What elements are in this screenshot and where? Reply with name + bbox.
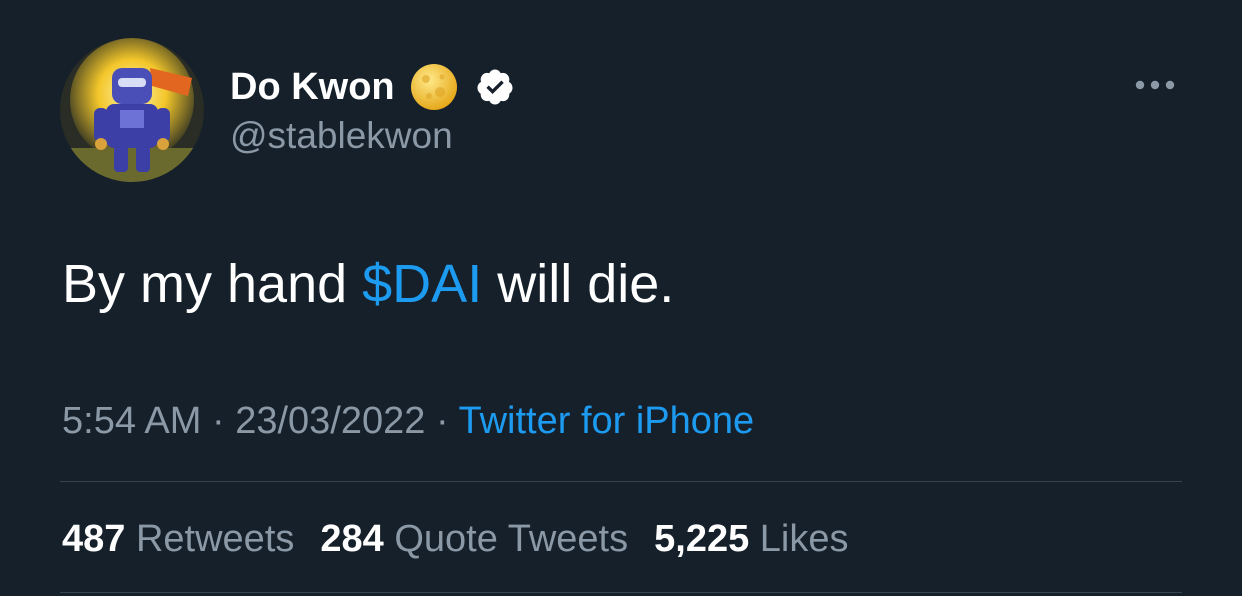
- retweets-label: Retweets: [135, 518, 295, 560]
- tweet-text-start: By my hand: [62, 254, 363, 314]
- likes-stat[interactable]: 5,225 Likes: [654, 516, 848, 562]
- full-moon-emoji-icon: [409, 62, 459, 112]
- likes-count: 5,225: [654, 518, 750, 560]
- more-horizontal-icon[interactable]: [1133, 76, 1177, 94]
- avatar[interactable]: [60, 38, 204, 182]
- quote-tweets-count: 284: [320, 518, 384, 560]
- quote-tweets-stat[interactable]: 284 Quote Tweets: [320, 516, 628, 562]
- tweet-text-end: will die.: [482, 254, 675, 314]
- author-handle[interactable]: @stablekwon: [230, 114, 453, 158]
- tweet-text: By my hand $DAI will die.: [62, 253, 674, 315]
- divider: [60, 592, 1182, 593]
- cashtag-link[interactable]: $DAI: [362, 254, 482, 314]
- tweet-meta: 5:54 AM · 23/03/2022 · Twitter for iPhon…: [62, 398, 754, 444]
- tweet-date[interactable]: 23/03/2022: [235, 400, 425, 442]
- meta-separator: ·: [201, 400, 236, 442]
- retweets-stat[interactable]: 487 Retweets: [62, 516, 294, 562]
- quote-tweets-label: Quote Tweets: [394, 518, 629, 560]
- tweet-source-link[interactable]: Twitter for iPhone: [458, 400, 754, 442]
- verified-badge-icon: [475, 67, 515, 107]
- meta-separator: ·: [425, 400, 459, 442]
- retweets-count: 487: [62, 518, 126, 560]
- tweet-time[interactable]: 5:54 AM: [62, 400, 201, 442]
- divider: [60, 481, 1182, 482]
- likes-label: Likes: [759, 518, 849, 560]
- author-display-name-row[interactable]: Do Kwon: [230, 62, 515, 112]
- author-display-name[interactable]: Do Kwon: [230, 64, 395, 110]
- tweet-stats: 487 Retweets 284 Quote Tweets 5,225 Like…: [62, 516, 875, 562]
